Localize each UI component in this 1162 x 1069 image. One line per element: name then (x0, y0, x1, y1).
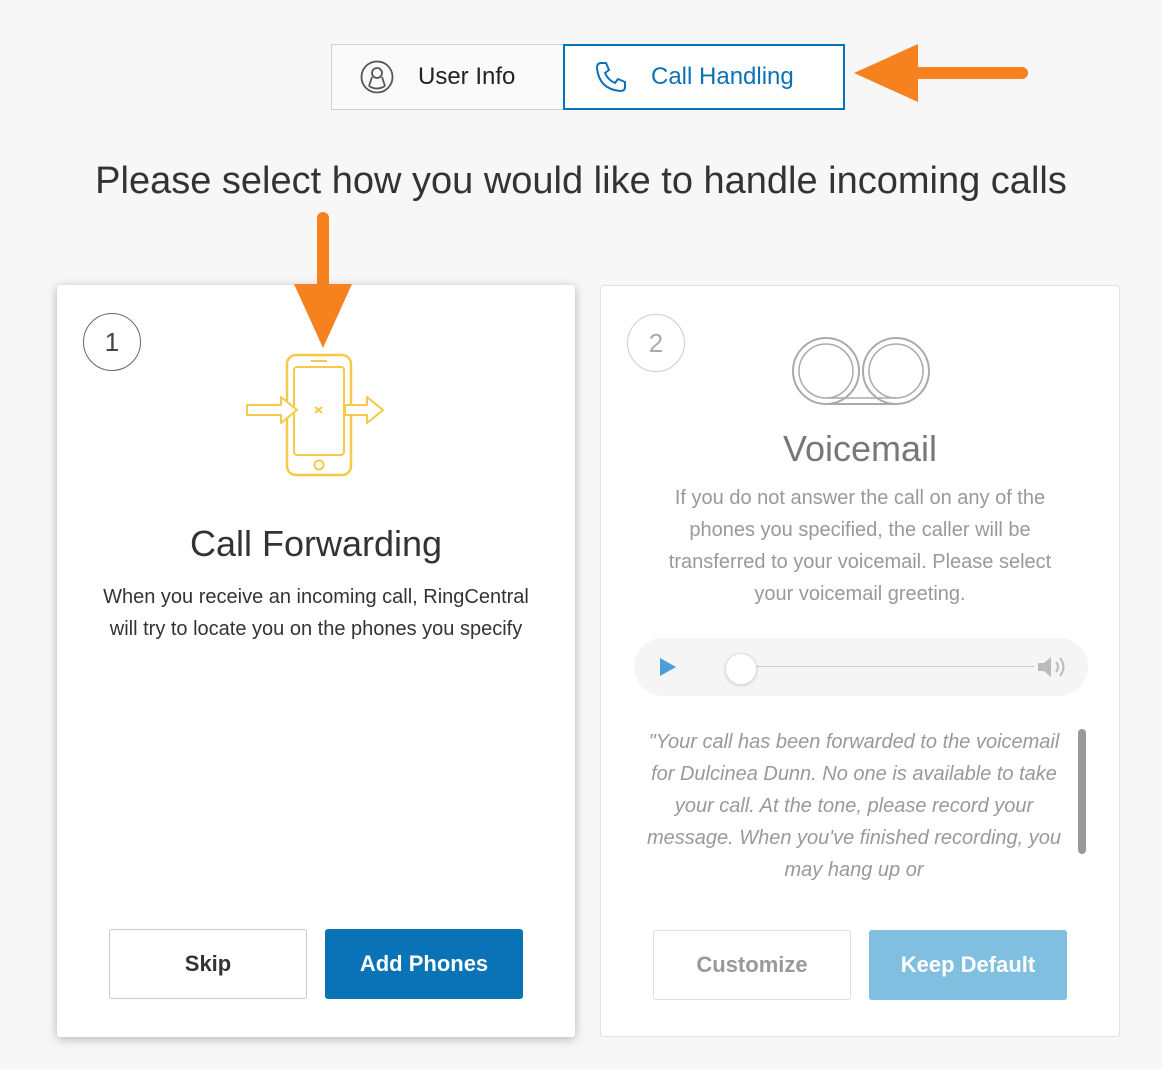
user-icon (360, 60, 394, 94)
card-title: Call Forwarding (189, 523, 443, 564)
card-description: If you do not answer the call on any of … (668, 487, 1052, 605)
annotation-arrow-left (854, 44, 1028, 102)
voicemail-card[interactable]: 2 Voicemail If you do not answer the cal… (600, 285, 1120, 1037)
playback-track[interactable] (729, 666, 1034, 667)
voicemail-icon (792, 337, 930, 405)
tab-user-info[interactable]: User Info (331, 44, 567, 110)
tab-user-info-label: User Info (418, 63, 516, 90)
page-heading: Please select how you would like to hand… (95, 160, 1067, 202)
card-description: When you receive an incoming call, RingC… (103, 586, 529, 640)
tab-call-handling[interactable]: Call Handling (563, 44, 845, 110)
audio-player (634, 638, 1088, 696)
voicemail-greeting-text-area[interactable]: "Your call has been forwarded to the voi… (631, 726, 1071, 886)
add-phones-button[interactable]: Add Phones (325, 929, 523, 999)
card-title: Voicemail (782, 428, 938, 469)
play-icon[interactable] (658, 656, 678, 678)
customize-button[interactable]: Customize (653, 930, 851, 1000)
greeting-scrollbar[interactable] (1078, 729, 1086, 854)
voicemail-greeting-text: "Your call has been forwarded to the voi… (646, 731, 1062, 881)
skip-button[interactable]: Skip (109, 929, 307, 999)
annotation-arrow-down (294, 212, 352, 348)
phone-forward-icon (246, 353, 384, 477)
step-number-badge: 1 (83, 313, 141, 371)
phone-icon (596, 62, 626, 92)
call-forwarding-card[interactable]: 1 Call Forwarding When you receive an in… (57, 285, 575, 1037)
playback-slider-handle[interactable] (725, 653, 757, 685)
tab-call-handling-label: Call Handling (651, 63, 794, 90)
keep-default-button[interactable]: Keep Default (869, 930, 1067, 1000)
step-number-badge: 2 (627, 314, 685, 372)
volume-icon[interactable] (1034, 652, 1070, 682)
